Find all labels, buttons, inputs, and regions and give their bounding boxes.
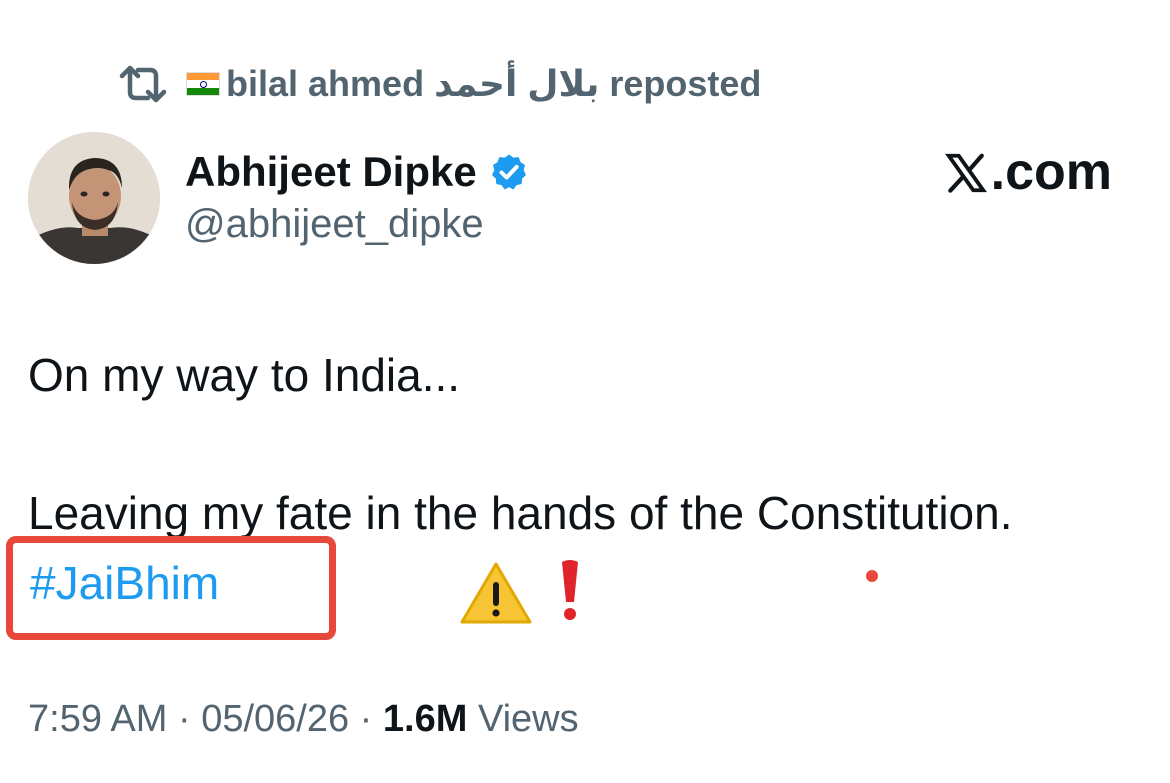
reposter-name[interactable]: bilal ahmed بلال أحمد xyxy=(226,63,599,105)
author-handle[interactable]: @abhijeet_dipke xyxy=(185,202,484,247)
views-label: Views xyxy=(467,698,579,740)
reposted-label: reposted xyxy=(609,63,762,104)
exclamation-icon xyxy=(556,558,584,624)
meta-separator: · xyxy=(167,698,202,740)
views-count[interactable]: 1.6M xyxy=(383,698,467,740)
tweet-meta: 7:59 AM · 05/06/26 · 1.6M Views xyxy=(28,700,579,738)
india-flag-icon xyxy=(186,72,220,96)
author-name-text[interactable]: Abhijeet Dipke xyxy=(185,148,477,196)
annotation-dot xyxy=(866,570,878,582)
tweet-time[interactable]: 7:59 AM xyxy=(28,698,167,740)
xcom-watermark: .com xyxy=(943,142,1112,202)
repost-header[interactable]: bilal ahmed بلال أحمد reposted xyxy=(118,58,761,110)
xcom-text: .com xyxy=(990,143,1112,201)
tweet-text-line-1: On my way to India... xyxy=(28,349,461,401)
retweet-icon xyxy=(118,64,168,104)
author-avatar[interactable] xyxy=(28,132,160,264)
tweet-text-line-2: Leaving my fate in the hands of the Cons… xyxy=(28,487,1013,539)
verified-badge-icon xyxy=(489,152,529,192)
hashtag-link[interactable]: #JaiBhim xyxy=(30,560,219,606)
meta-separator: · xyxy=(349,698,383,740)
avatar-image xyxy=(28,132,160,264)
x-logo-icon xyxy=(943,149,989,195)
warning-icon xyxy=(458,560,534,626)
tweet-date[interactable]: 05/06/26 xyxy=(201,698,349,740)
author-name[interactable]: Abhijeet Dipke xyxy=(185,148,529,196)
